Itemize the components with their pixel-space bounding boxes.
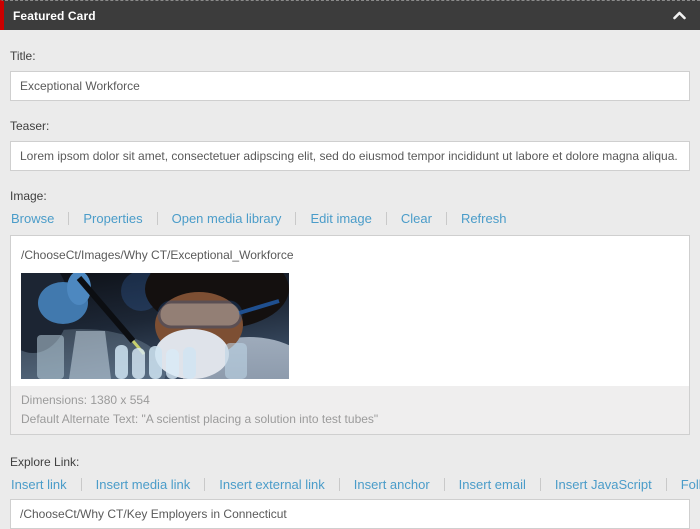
image-preview-box: /ChooseCt/Images/Why CT/Exceptional_Work… (10, 235, 690, 435)
clear-image-link[interactable]: Clear (386, 212, 446, 225)
insert-email-link[interactable]: Insert email (444, 478, 540, 491)
image-alt-text: Default Alternate Text: "A scientist pla… (21, 410, 679, 429)
browse-link[interactable]: Browse (10, 212, 68, 225)
image-dimensions: Dimensions: 1380 x 554 (21, 391, 679, 410)
insert-external-link-link[interactable]: Insert external link (204, 478, 339, 491)
insert-anchor-link[interactable]: Insert anchor (339, 478, 444, 491)
title-input[interactable] (10, 71, 690, 101)
insert-media-link-link[interactable]: Insert media link (81, 478, 205, 491)
lab-scientist-photo (21, 273, 289, 379)
collapse-button[interactable] (673, 11, 686, 20)
explore-link-label: Explore Link: (10, 435, 690, 469)
image-path: /ChooseCt/Images/Why CT/Exceptional_Work… (11, 236, 689, 273)
open-media-library-link[interactable]: Open media library (157, 212, 296, 225)
edit-image-link[interactable]: Edit image (295, 212, 385, 225)
insert-link-link[interactable]: Insert link (10, 478, 81, 491)
follow-link[interactable]: Follow (666, 478, 700, 491)
image-label: Image: (10, 171, 690, 203)
refresh-link[interactable]: Refresh (446, 212, 521, 225)
featured-card-header: Featured Card (0, 0, 700, 30)
image-meta: Dimensions: 1380 x 554 Default Alternate… (11, 386, 689, 434)
panel-body: Title: Teaser: Image: Browse Properties … (0, 30, 700, 529)
insert-javascript-link[interactable]: Insert JavaScript (540, 478, 666, 491)
properties-link[interactable]: Properties (68, 212, 156, 225)
teaser-label: Teaser: (10, 101, 690, 133)
teaser-input[interactable] (10, 141, 690, 171)
explore-link-toolbar: Insert link Insert media link Insert ext… (10, 478, 690, 491)
image-toolbar: Browse Properties Open media library Edi… (10, 212, 690, 225)
panel-title: Featured Card (13, 9, 96, 23)
chevron-up-icon (673, 11, 686, 20)
title-label: Title: (10, 30, 690, 63)
explore-link-input[interactable] (10, 499, 690, 529)
